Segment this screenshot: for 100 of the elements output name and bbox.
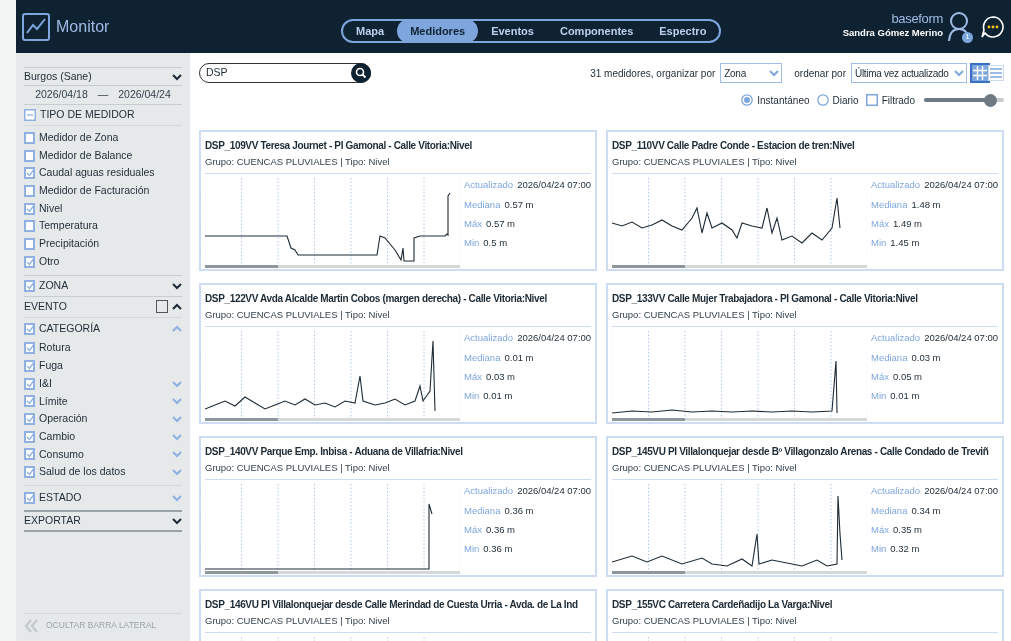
- chat-icon[interactable]: [981, 14, 1005, 39]
- chevron-down-icon[interactable]: [172, 281, 182, 290]
- checkbox[interactable]: [24, 377, 35, 390]
- filter-option[interactable]: I&I: [39, 375, 168, 392]
- list-view-icon[interactable]: [988, 65, 1004, 81]
- search-icon[interactable]: [351, 63, 371, 83]
- chevron-up-icon[interactable]: [172, 302, 182, 311]
- radio-button[interactable]: [816, 94, 829, 106]
- date-from[interactable]: 2026/04/18: [35, 87, 88, 103]
- search-field[interactable]: DSP: [206, 65, 351, 81]
- stat-label: Min: [464, 542, 480, 556]
- user-avatar-icon[interactable]: [947, 10, 971, 41]
- mode-label[interactable]: Filtrado: [881, 92, 915, 108]
- checkbox[interactable]: [24, 184, 35, 197]
- checkbox[interactable]: [24, 448, 35, 461]
- nav-tab[interactable]: Medidores: [397, 19, 479, 43]
- location-select[interactable]: Burgos (Sane): [24, 68, 92, 85]
- slider-track[interactable]: [924, 93, 1004, 107]
- checkbox[interactable]: [24, 322, 35, 335]
- nav-tab[interactable]: Componentes: [546, 19, 647, 43]
- stat-label: Min: [464, 236, 480, 250]
- stat-label: Mediana: [464, 503, 501, 518]
- checkbox[interactable]: [24, 413, 35, 426]
- stat-label: Actualizado: [464, 484, 514, 499]
- select-field[interactable]: Última vez actualizado: [851, 63, 967, 83]
- section-title[interactable]: ZONA: [39, 277, 168, 294]
- checkbox[interactable]: [865, 94, 878, 106]
- meter-card[interactable]: DSP_140VV Parque Emp. Inbisa - Aduana de Villafria:Nivel Grupo: CUENCAS PLUVIALES | Tipo: Nivel Actualizado 2026/04/24 07:00 Mediana 0.36 m Máx 0.36 m Min 0.36 m: [199, 436, 597, 577]
- checkbox[interactable]: [156, 300, 168, 313]
- nav-tab[interactable]: Mapa: [343, 19, 398, 43]
- stat-value: 0.57 m: [504, 197, 534, 212]
- card-title: DSP_140VV Parque Emp. Inbisa - Aduana de Villafria:Nivel: [205, 445, 464, 459]
- card-title: DSP_146VU PI Villalonquejar desde Calle Merindad de Cuesta Urria - Avda. de La Ind: [205, 598, 579, 612]
- stat-value: 1.45 m: [890, 236, 920, 250]
- meter-card[interactable]: DSP_133VV Calle Mujer Trabajadora - PI Gamonal - Calle Vitoria:Nivel Grupo: CUENCAS PLUVIALES | Tipo: Nivel Actualizado 2026/04/24 07:00 Mediana 0.03 m Máx 0.05 m Min 0.01 m: [606, 283, 1004, 424]
- checkbox[interactable]: [24, 466, 35, 479]
- nav-tab[interactable]: Espectro: [646, 19, 720, 43]
- stat-value: 0.36 m: [485, 522, 515, 537]
- stat-value: 0.01 m: [890, 389, 920, 403]
- filter-option[interactable]: Temperatura: [39, 218, 98, 235]
- filter-option[interactable]: Consumo: [39, 446, 168, 463]
- meter-card[interactable]: DSP_155VC Carretera Cardeñadijo La Varga:Nivel Grupo: CUENCAS PLUVIALES | Tipo: Nivel: [606, 589, 1004, 641]
- stat-value: 1.49 m: [892, 216, 922, 231]
- filter-option[interactable]: Operación: [39, 411, 168, 427]
- nav-tab[interactable]: Eventos: [478, 19, 547, 43]
- checkbox[interactable]: [24, 342, 35, 355]
- stat-label: Máx: [464, 369, 482, 384]
- section-title[interactable]: ESTADO: [39, 490, 168, 506]
- checkbox[interactable]: [24, 131, 35, 144]
- meter-card[interactable]: DSP_146VU PI Villalonquejar desde Calle Merindad de Cuesta Urria - Avda. de La Ind Grupo: CUENCAS PLUVIALES | Tipo: Nivel: [199, 589, 597, 641]
- section-title[interactable]: CATEGORÍA: [39, 320, 168, 337]
- chevron-down-icon[interactable]: [172, 517, 182, 525]
- chevron-down-icon[interactable]: [172, 72, 182, 81]
- filter-option[interactable]: Salud de los datos: [39, 464, 168, 481]
- card-title: DSP_155VC Carretera Cardeñadijo La Varga:Nivel: [612, 598, 834, 612]
- filter-option[interactable]: Rotura: [39, 340, 182, 357]
- section-title[interactable]: EXPORTAR: [24, 513, 81, 529]
- grid-view-icon[interactable]: [972, 65, 988, 81]
- checkbox[interactable]: [24, 167, 35, 180]
- filter-option[interactable]: Nivel: [39, 200, 63, 217]
- checkbox[interactable]: [24, 202, 35, 215]
- stat-value: 0.03 m: [485, 369, 515, 384]
- radio-button[interactable]: [741, 94, 754, 106]
- checkbox[interactable]: [24, 430, 35, 443]
- stat-label: Actualizado: [464, 178, 514, 193]
- chevron-down-icon: [954, 69, 964, 77]
- filter-option[interactable]: Precipitación: [39, 236, 100, 252]
- checkbox[interactable]: [24, 360, 35, 373]
- mode-label[interactable]: Diario: [832, 92, 859, 108]
- filter-option[interactable]: Otro: [39, 253, 60, 270]
- filter-option[interactable]: Medidor de Zona: [39, 129, 119, 146]
- stat-value: 0.01 m: [483, 389, 513, 403]
- slider-thumb[interactable]: [983, 93, 997, 107]
- card-title: DSP_133VV Calle Mujer Trabajadora - PI Gamonal - Calle Vitoria:Nivel: [612, 292, 919, 306]
- meter-card[interactable]: DSP_122VV Avda Alcalde Martin Cobos (margen derecha) - Calle Vitoria:Nivel Grupo: CUENCAS PLUVIALES | Tipo: Nivel Actualizado 2026/04/24 07:00 Mediana 0.01 m Máx 0.03 m Min 0.01 m: [199, 283, 597, 424]
- filter-option[interactable]: Caudal aguas residuales: [39, 165, 155, 182]
- filter-option[interactable]: Fuga: [39, 358, 182, 374]
- date-to[interactable]: 2026/04/24: [118, 87, 171, 103]
- stat-label: Máx: [871, 369, 889, 384]
- stat-label: Mediana: [871, 197, 908, 212]
- stat-label: Mediana: [871, 503, 908, 518]
- meter-card[interactable]: DSP_110VV Calle Padre Conde - Estacion de tren:Nivel Grupo: CUENCAS PLUVIALES | Tipo: Nivel Actualizado 2026/04/24 07:00 Mediana 1.48 m Máx 1.49 m Min 1.45 m: [606, 130, 1004, 271]
- checkbox[interactable]: [24, 220, 35, 233]
- filter-option[interactable]: Límite: [39, 393, 168, 410]
- filter-option[interactable]: Cambio: [39, 428, 168, 445]
- checkbox[interactable]: [24, 237, 35, 250]
- checkbox[interactable]: [24, 149, 35, 162]
- filter-option[interactable]: Medidor de Facturación: [39, 183, 150, 199]
- collapse-icon[interactable]: [24, 109, 36, 121]
- meter-card[interactable]: DSP_145VU PI Villalonquejar desde Bº Villagonzalo Arenas - Calle Condado de Treviñ Grupo: CUENCAS PLUVIALES | Tipo: Nivel Actualizado 2026/04/24 07:00 Mediana 0.34 m Máx 0.35 m Min 0.32 m: [606, 436, 1004, 577]
- checkbox[interactable]: [24, 255, 35, 268]
- stat-value: 0.36 m: [483, 542, 513, 556]
- checkbox[interactable]: [24, 279, 35, 292]
- checkbox[interactable]: [24, 395, 35, 408]
- meter-card[interactable]: DSP_109VV Teresa Journet - PI Gamonal - Calle Vitoria:Nivel Grupo: CUENCAS PLUVIALES | Tipo: Nivel Actualizado 2026/04/24 07:00 Mediana 0.57 m Máx 0.57 m Min 0.5 m: [199, 130, 597, 271]
- logo-chart-icon: [22, 12, 50, 41]
- filter-option[interactable]: Medidor de Balance: [39, 147, 133, 164]
- select-field[interactable]: Zona: [720, 63, 783, 83]
- checkbox[interactable]: [24, 492, 35, 504]
- mode-label[interactable]: Instantáneo: [757, 92, 810, 108]
